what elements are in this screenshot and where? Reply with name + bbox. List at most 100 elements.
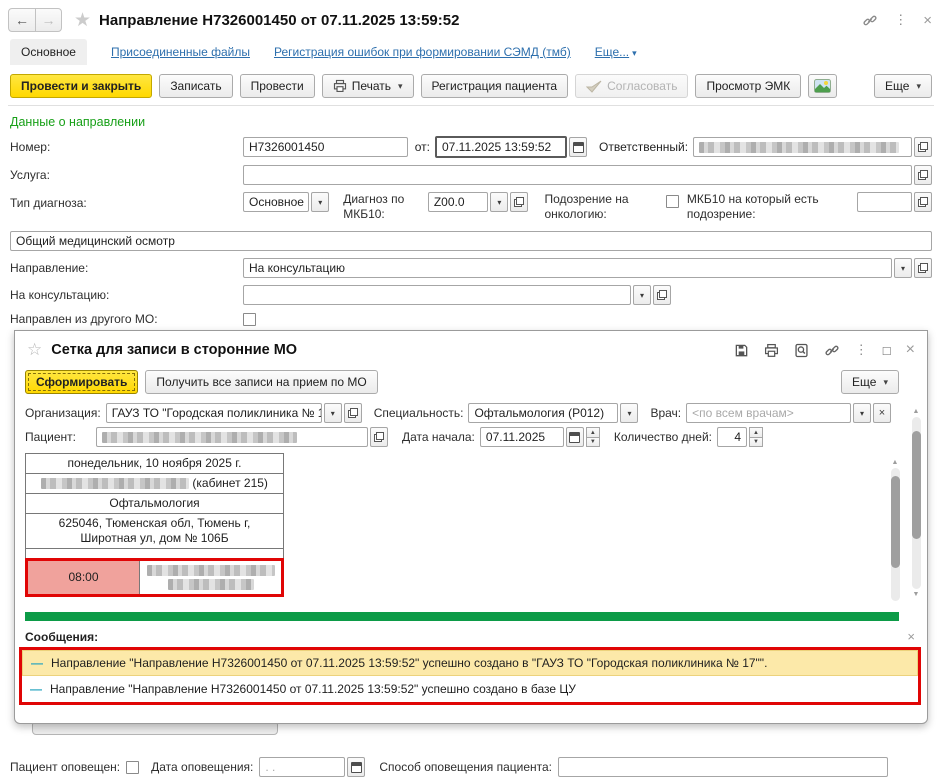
diagnosis-type-select[interactable]: Основное xyxy=(243,192,309,212)
start-date-stepper[interactable]: ▲ ▼ xyxy=(586,427,600,447)
responsible-input[interactable] xyxy=(693,137,912,157)
mkb10-suspect-input[interactable] xyxy=(857,192,912,212)
more-menu-icon[interactable]: ⋮ xyxy=(855,342,868,358)
approve-button: Согласовать xyxy=(575,74,688,98)
mkb10-suspect-open-button[interactable] xyxy=(914,192,932,212)
print-button[interactable]: Печать ▾ xyxy=(322,74,414,98)
start-date-input[interactable]: 07.11.2025 xyxy=(480,427,564,447)
view-emk-button[interactable]: Просмотр ЭМК xyxy=(695,74,801,98)
start-date-calendar-button[interactable] xyxy=(566,427,584,447)
service-open-button[interactable] xyxy=(914,165,932,185)
slot-time-cell[interactable]: 08:00 xyxy=(28,561,140,594)
doctor-label: Врач: xyxy=(650,406,681,420)
specialty-select[interactable]: Офтальмология (Р012) xyxy=(468,403,618,423)
scroll-down-icon[interactable]: ▼ xyxy=(913,589,920,600)
step-up-icon: ▲ xyxy=(749,427,763,437)
doctor-select[interactable]: <по всем врачам> xyxy=(686,403,851,423)
forward-button[interactable]: → xyxy=(35,9,61,31)
chevron-down-icon: ▾ xyxy=(860,409,864,418)
days-count-input[interactable]: 4 xyxy=(717,427,747,447)
dialog-scrollbar[interactable]: ▲ ▼ xyxy=(910,406,922,600)
selected-slot[interactable]: 08:00 xyxy=(25,558,284,597)
organization-open-button[interactable] xyxy=(344,403,362,423)
notify-method-input[interactable] xyxy=(558,757,888,777)
tab-more[interactable]: Еще...▾ xyxy=(595,45,637,59)
open-icon xyxy=(657,290,667,300)
window-close-icon[interactable]: × xyxy=(923,12,932,29)
direction-open-button[interactable] xyxy=(914,258,932,278)
diagnosis-type-dropdown-button[interactable]: ▾ xyxy=(311,192,329,212)
save-settings-icon[interactable] xyxy=(734,343,749,358)
direction-dropdown-button[interactable]: ▾ xyxy=(894,258,912,278)
row-number: Номер: Н7326001450 от: 07.11.2025 13:59:… xyxy=(10,136,932,158)
get-link-icon[interactable] xyxy=(862,13,878,28)
message-item[interactable]: — Направление "Направление Н7326001450 о… xyxy=(22,676,918,702)
back-button[interactable]: ← xyxy=(9,9,35,31)
dialog-close-icon[interactable]: × xyxy=(906,341,915,359)
save-button[interactable]: Записать xyxy=(159,74,232,98)
mkb10-dropdown-button[interactable]: ▾ xyxy=(490,192,508,212)
get-all-appointments-button[interactable]: Получить все записи на прием по МО xyxy=(145,370,377,394)
direction-select[interactable]: На консультацию xyxy=(243,258,892,278)
patient-notified-checkbox[interactable] xyxy=(126,761,139,774)
specialty-dropdown-button[interactable]: ▾ xyxy=(620,403,638,423)
tab-semd-errors[interactable]: Регистрация ошибок при формировании СЭМД… xyxy=(274,45,571,59)
days-count-label: Количество дней: xyxy=(614,430,712,444)
oncology-checkbox[interactable] xyxy=(666,195,679,208)
print-icon[interactable] xyxy=(764,343,779,358)
maximize-icon[interactable]: □ xyxy=(883,343,891,358)
patient-registration-button[interactable]: Регистрация пациента xyxy=(421,74,569,98)
consultation-open-button[interactable] xyxy=(653,285,671,305)
get-link-icon[interactable] xyxy=(824,343,840,358)
diagnosis-text-input[interactable]: Общий медицинский осмотр xyxy=(10,231,932,251)
number-input[interactable]: Н7326001450 xyxy=(243,137,408,157)
favorite-star-outline-icon[interactable]: ☆ xyxy=(27,340,42,360)
mkb10-open-button[interactable] xyxy=(510,192,528,212)
tab-attached-files[interactable]: Присоединенные файлы xyxy=(111,45,250,59)
other-mo-checkbox[interactable] xyxy=(243,313,256,326)
step-up-icon: ▲ xyxy=(586,427,600,437)
patient-input[interactable] xyxy=(96,427,368,447)
commit-and-close-button[interactable]: Провести и закрыть xyxy=(10,74,152,98)
redacted-text xyxy=(147,565,275,576)
responsible-open-button[interactable] xyxy=(914,137,932,157)
mkb10-select[interactable]: Z00.0 xyxy=(428,192,489,212)
tab-main[interactable]: Основное xyxy=(10,39,87,65)
doctor-clear-button[interactable]: × xyxy=(873,403,891,423)
patient-open-button[interactable] xyxy=(370,427,388,447)
history-nav: ← → xyxy=(8,8,62,32)
messages-close-icon[interactable]: × xyxy=(907,629,915,644)
message-bullet-icon: — xyxy=(31,656,43,670)
step-down-icon: ▼ xyxy=(749,437,763,447)
table-scrollbar[interactable]: ▲ xyxy=(889,457,901,601)
more-menu-icon[interactable]: ⋮ xyxy=(894,12,907,28)
image-button[interactable] xyxy=(808,74,837,98)
toolbar-more-button[interactable]: Еще▾ xyxy=(874,74,932,98)
service-input[interactable] xyxy=(243,165,912,185)
dialog-more-button[interactable]: Еще▾ xyxy=(841,370,899,394)
row-patient: Пациент: Дата начала: 07.11.2025 ▲ ▼ Кол… xyxy=(25,427,917,447)
chevron-down-icon: ▾ xyxy=(331,409,335,418)
post-button[interactable]: Провести xyxy=(240,74,315,98)
chevron-down-icon: ▾ xyxy=(398,81,403,92)
open-icon xyxy=(918,170,928,180)
date-calendar-button[interactable] xyxy=(569,137,587,157)
days-count-stepper[interactable]: ▲ ▼ xyxy=(749,427,763,447)
scroll-up-icon[interactable]: ▲ xyxy=(892,457,899,468)
preview-icon[interactable] xyxy=(794,343,809,358)
scroll-up-icon[interactable]: ▲ xyxy=(913,406,920,417)
organization-dropdown-button[interactable]: ▾ xyxy=(324,403,342,423)
notify-date-calendar-button[interactable] xyxy=(347,757,365,777)
favorite-star-icon[interactable]: ★ xyxy=(74,9,91,32)
consultation-dropdown-button[interactable]: ▾ xyxy=(633,285,651,305)
notify-date-input[interactable]: . . xyxy=(259,757,345,777)
message-item[interactable]: — Направление "Направление Н7326001450 о… xyxy=(22,650,918,676)
direction-label: Направление: xyxy=(10,261,243,275)
doctor-dropdown-button[interactable]: ▾ xyxy=(853,403,871,423)
consultation-select[interactable] xyxy=(243,285,631,305)
generate-button[interactable]: Сформировать xyxy=(25,370,138,394)
organization-select[interactable]: ГАУЗ ТО "Городская поликлиника № 17" xyxy=(106,403,322,423)
oncology-label: Подозрение на онкологию: xyxy=(544,192,637,222)
date-input[interactable]: 07.11.2025 13:59:52 xyxy=(435,136,567,158)
diagnosis-type-label: Тип диагноза: xyxy=(10,192,243,210)
